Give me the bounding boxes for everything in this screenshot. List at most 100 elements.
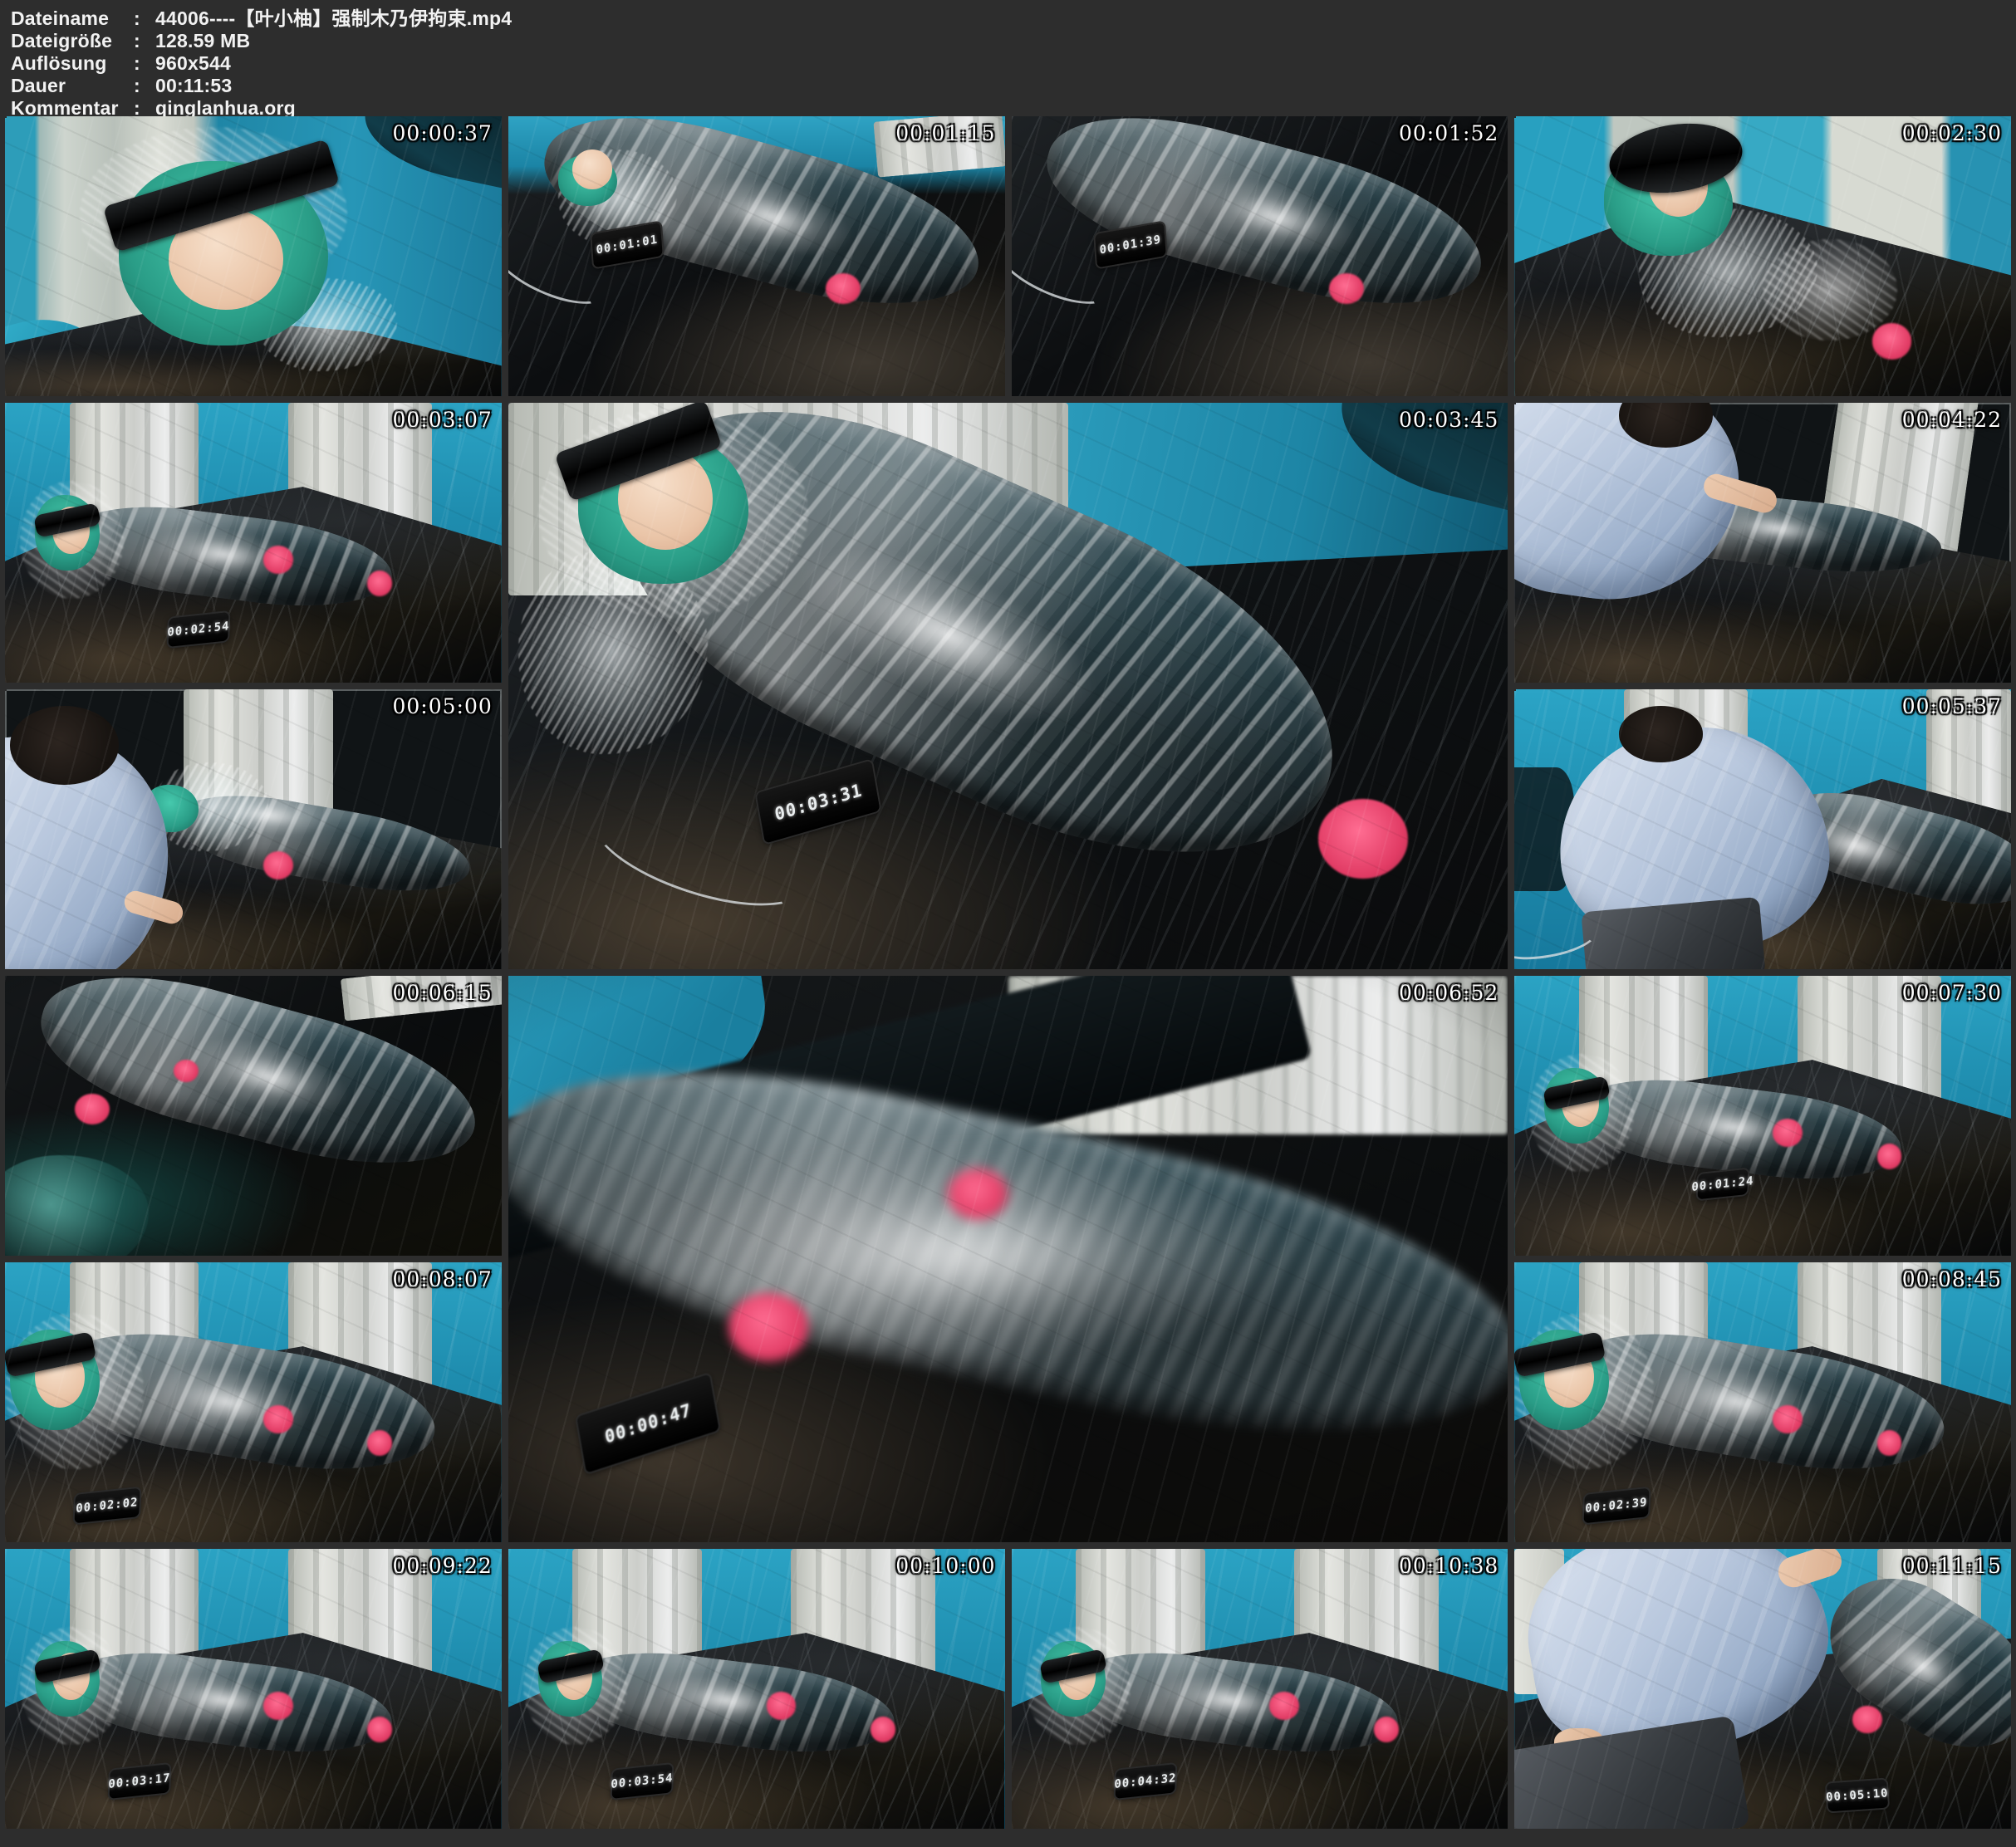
plastic-wrap-halo [1763, 239, 1896, 340]
meta-row: Auflösung : 960x544 [11, 52, 2016, 75]
thumbnail-scene: 00:01:01 [508, 116, 1005, 396]
phone-timer-text: 00:04:32 [1114, 1771, 1177, 1791]
pink-accent-2 [367, 1430, 392, 1455]
video-thumbnail: 00:05:10 00:11:15 [1514, 1549, 2011, 1829]
timestamp-overlay: 00:02:30 [1902, 121, 2002, 145]
video-thumbnail: 00:02:02 00:08:07 [5, 1262, 502, 1542]
video-thumbnail: 00:02:30 [1514, 116, 2011, 396]
meta-row: Dauer : 00:11:53 [11, 75, 2016, 97]
person-hair [10, 706, 120, 784]
phone-timer-text: 00:02:39 [1585, 1496, 1648, 1516]
video-thumbnail: 00:05:00 [5, 689, 502, 969]
thumbnail-scene [1514, 689, 2011, 969]
thumbnail-scene: 00:02:02 [5, 1262, 502, 1542]
pink-accent-2 [871, 1717, 895, 1742]
phone-timer-text: 00:03:31 [773, 780, 863, 825]
thumbnail-grid: 00:00:37 00:01:01 [0, 115, 2016, 1835]
pink-accent [1318, 799, 1408, 878]
timestamp-overlay: 00:06:15 [392, 981, 492, 1005]
video-thumbnail: 00:01:24 00:07:30 [1514, 976, 2011, 1256]
meta-separator: : [134, 75, 155, 97]
phone-timer-text: 00:02:54 [167, 620, 230, 639]
meta-value: 00:11:53 [155, 75, 232, 97]
timestamp-overlay: 00:00:37 [392, 121, 492, 145]
timer-phone: 00:03:31 [756, 761, 880, 845]
phone-timer-text: 00:02:02 [76, 1496, 139, 1516]
video-thumbnail: 00:00:47 00:06:52 [508, 976, 1508, 1542]
video-thumbnail: 00:02:39 00:08:45 [1514, 1262, 2011, 1542]
thumbnail-scene [5, 689, 502, 969]
meta-label: Dateigröße [11, 30, 134, 52]
meta-value: 128.59 MB [155, 30, 250, 52]
meta-label: Auflösung [11, 52, 134, 75]
timestamp-overlay: 00:04:22 [1902, 408, 2002, 432]
thumbnail-scene [5, 976, 502, 1256]
pink-accent [263, 546, 293, 574]
video-thumbnail: 00:03:17 00:09:22 [5, 1549, 502, 1829]
vignette-overlay [5, 976, 502, 1256]
pink-accent [263, 851, 293, 879]
video-thumbnail: 00:00:37 [5, 116, 502, 396]
thumbnail-scene: 00:04:32 [1012, 1549, 1508, 1829]
thumbnail-scene: 00:01:39 [1012, 116, 1508, 396]
phone-timer-text: 00:05:10 [1826, 1786, 1889, 1804]
pink-accent-2 [1374, 1717, 1399, 1742]
pink-accent [263, 1692, 293, 1720]
video-thumbnail: 00:06:15 [5, 976, 502, 1256]
timer-phone: 00:05:10 [1827, 1779, 1888, 1811]
pink-accent-2 [1877, 1430, 1902, 1455]
video-thumbnail: 00:04:22 [1514, 403, 2011, 683]
video-thumbnail: 00:03:31 00:03:45 [508, 403, 1508, 969]
video-thumbnail: 00:01:01 00:01:15 [508, 116, 1005, 396]
timestamp-overlay: 00:01:52 [1399, 121, 1499, 145]
thumbnail-scene: 00:02:39 [1514, 1262, 2011, 1542]
file-info-header: Dateiname : 44006----【叶小柚】强制木乃伊拘束.mp4 Da… [0, 0, 2016, 115]
meta-separator: : [134, 52, 155, 75]
person-hair [1619, 706, 1704, 762]
vignette-overlay [508, 976, 1508, 1542]
timestamp-overlay: 00:08:07 [392, 1267, 492, 1291]
phone-timer-text: 00:01:24 [1692, 1174, 1755, 1194]
phone-timer-text: 00:03:17 [108, 1771, 171, 1791]
pink-accent-2 [367, 571, 392, 595]
thumbnail-scene [1514, 403, 2011, 683]
thumbnail-scene: 00:01:24 [1514, 976, 2011, 1256]
timestamp-overlay: 00:10:38 [1399, 1554, 1499, 1578]
pink-accent [263, 1405, 293, 1433]
meta-row: Dateigröße : 128.59 MB [11, 30, 2016, 52]
pink-accent-2 [367, 1717, 392, 1742]
pink-accent [767, 1692, 797, 1720]
meta-separator: : [134, 30, 155, 52]
video-thumbnail: 00:03:54 00:10:00 [508, 1549, 1005, 1829]
timestamp-overlay: 00:09:22 [392, 1554, 492, 1578]
meta-value: 44006----【叶小柚】强制木乃伊拘束.mp4 [155, 7, 512, 30]
pink-accent-2 [1877, 1144, 1902, 1168]
doll-face [572, 149, 612, 189]
pink-accent [1773, 1405, 1803, 1433]
meta-value: 960x544 [155, 52, 231, 75]
phone-timer-text: 00:01:39 [1099, 233, 1161, 257]
pink-accent [1269, 1692, 1299, 1720]
timestamp-overlay: 00:07:30 [1902, 981, 2002, 1005]
phone-timer-text: 00:00:47 [603, 1399, 693, 1448]
video-thumbnail: 00:01:39 00:01:52 [1012, 116, 1508, 396]
thumbnail-scene: 00:03:54 [508, 1549, 1005, 1829]
thumbnail-scene: 00:05:10 [1514, 1549, 2011, 1829]
timestamp-overlay: 00:03:07 [392, 408, 492, 432]
meta-separator: : [134, 7, 155, 30]
pink-accent [1852, 1706, 1882, 1734]
pink-accent [1773, 1119, 1803, 1147]
video-thumbnail: 00:05:37 [1514, 689, 2011, 969]
timestamp-overlay: 00:05:00 [392, 694, 492, 718]
timestamp-overlay: 00:08:45 [1902, 1267, 2002, 1291]
timestamp-overlay: 00:01:15 [895, 121, 995, 145]
meta-label: Dauer [11, 75, 134, 97]
video-thumbnail: 00:02:54 00:03:07 [5, 403, 502, 683]
phone-timer-text: 00:03:54 [611, 1771, 674, 1791]
thumbnail-scene: 00:03:31 [508, 403, 1508, 969]
timestamp-overlay: 00:10:00 [895, 1554, 995, 1578]
thumbnail-scene: 00:02:54 [5, 403, 502, 683]
phone-timer-text: 00:01:01 [596, 233, 658, 257]
video-thumbnail: 00:04:32 00:10:38 [1012, 1549, 1508, 1829]
timestamp-overlay: 00:03:45 [1399, 408, 1499, 432]
